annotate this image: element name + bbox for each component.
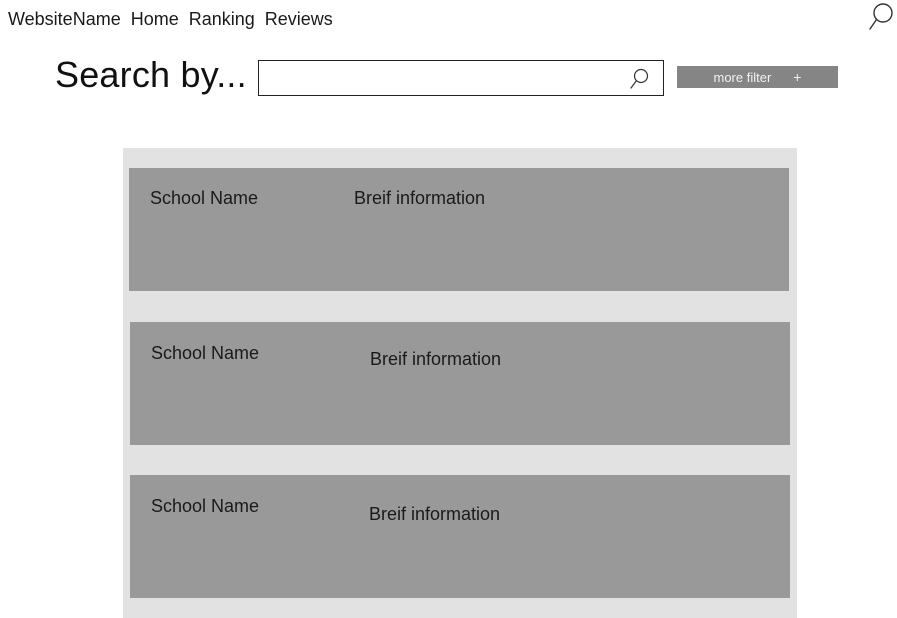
school-card[interactable]: School Name Breif information — [129, 168, 789, 291]
school-info: Breif information — [370, 349, 502, 369]
nav-link-ranking[interactable]: Ranking — [189, 9, 255, 30]
school-card[interactable]: School Name Breif information — [130, 475, 790, 598]
more-filter-label: more filter — [713, 69, 772, 85]
school-info: Breif information — [354, 188, 486, 208]
search-icon[interactable] — [629, 68, 649, 90]
page: WebsiteName Home Ranking Reviews Search … — [0, 0, 897, 618]
plus-icon: + — [793, 69, 802, 85]
more-filter-button[interactable]: more filter + — [677, 66, 838, 88]
school-name: School Name — [150, 188, 259, 208]
search-label: Search by... — [55, 54, 247, 95]
brand-link[interactable]: WebsiteName — [8, 9, 121, 30]
school-name: School Name — [151, 496, 260, 516]
nav-link-home[interactable]: Home — [131, 9, 179, 30]
results-panel: School Name Breif information School Nam… — [123, 148, 797, 618]
search-icon[interactable] — [868, 2, 894, 32]
school-info: Breif information — [369, 504, 501, 524]
search-box — [258, 60, 664, 96]
school-name: School Name — [151, 343, 260, 363]
school-card[interactable]: School Name Breif information — [130, 322, 790, 445]
top-nav: WebsiteName Home Ranking Reviews — [8, 9, 333, 30]
search-input[interactable] — [259, 61, 619, 95]
nav-link-reviews[interactable]: Reviews — [265, 9, 333, 30]
